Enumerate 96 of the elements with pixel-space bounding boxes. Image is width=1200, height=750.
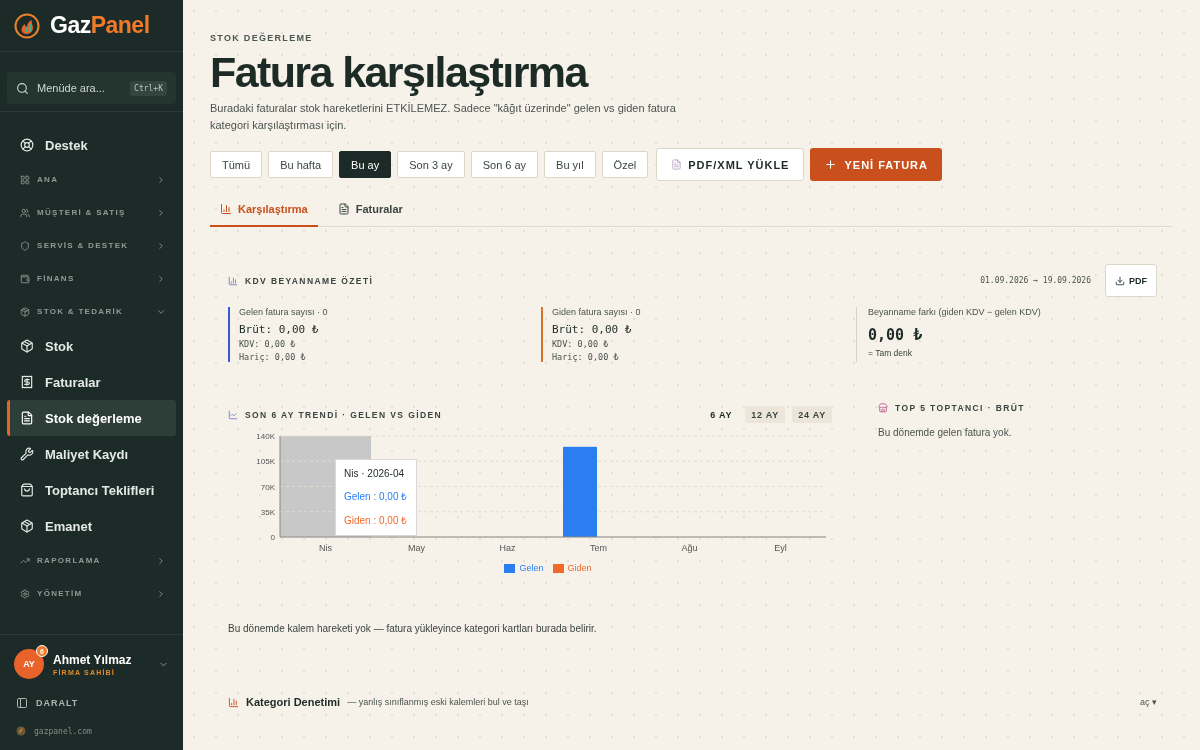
chevron-icon: [156, 207, 166, 218]
period-button[interactable]: Bu ay: [339, 151, 392, 179]
lifebuoy-icon: [20, 138, 34, 152]
document-icon: [337, 203, 350, 216]
section-subtitle: — yanlış sınıflanmış eski kalemleri bul ve taşı: [347, 697, 529, 708]
net-amount: Hariç: 0,00 ₺: [552, 352, 620, 363]
brand-name: GazPanel: [50, 12, 150, 39]
legend-swatch: [552, 563, 564, 573]
sidebar-item[interactable]: Destek: [7, 127, 176, 163]
net-amount: Hariç: 0,00 ₺: [239, 352, 307, 363]
upload-button[interactable]: PDF/XML YÜKLE: [656, 148, 805, 182]
sidebar-section[interactable]: YÖNETİM: [7, 577, 176, 610]
x-tick-label: Nis: [319, 543, 332, 554]
section-title: KDV BEYANNAME ÖZETİ: [245, 275, 374, 286]
section-title: SON 6 AY TRENDİ · GELEN VS GİDEN: [245, 409, 443, 420]
sidebar-item[interactable]: Faturalar: [7, 364, 176, 400]
legend-swatch: [504, 563, 516, 573]
date-range: 01.09.2026 → 19.09.2026: [980, 276, 1091, 286]
page-title: Fatura karşılaştırma: [210, 49, 589, 97]
y-tick-label: 0: [270, 533, 275, 543]
period-button[interactable]: Tümü: [210, 151, 263, 179]
period-button[interactable]: Son 3 ay: [397, 151, 465, 179]
range-button[interactable]: 6 AY: [704, 406, 739, 424]
page-eyebrow: STOK DEĞERLEME: [210, 33, 314, 43]
sidebar-toggle-icon: [16, 697, 28, 709]
sidebar-item[interactable]: Stok değerleme: [7, 400, 176, 436]
tab[interactable]: Faturalar: [327, 203, 413, 228]
search-icon: [16, 81, 29, 95]
pdf-button[interactable]: PDF: [1105, 264, 1157, 298]
store-icon: [878, 403, 888, 414]
gross-amount: Brüt: 0,00 ₺: [239, 323, 320, 337]
x-tick-label: Haz: [499, 543, 516, 554]
range-button[interactable]: 12 AY: [745, 406, 786, 424]
sidebar-section[interactable]: STOK & TEDARİK: [7, 295, 176, 328]
difference-label: Beyanname farkı (giden KDV − gelen KDV): [868, 307, 1042, 318]
document-icon: [671, 159, 683, 171]
y-tick-label: 35K: [260, 508, 275, 518]
sidebar-section[interactable]: RAPORLAMA: [7, 544, 176, 577]
section-title: TOP 5 TOPTANCI · BRÜT: [895, 403, 1025, 414]
period-button[interactable]: Son 6 ay: [470, 151, 539, 179]
empty-message: Bu dönemde gelen fatura yok.: [878, 427, 1013, 439]
empty-message: Bu dönemde kalem hareketi yok — fatura yükleyince kategori kartları burada belirir.: [228, 623, 598, 635]
menu-search-field[interactable]: Menüde ara...: [35, 81, 125, 95]
bar-chart-icon: [220, 203, 232, 216]
sidebar-section[interactable]: SERVİS & DESTEK: [7, 229, 176, 262]
vat-amount: KDV: 0,00 ₺: [552, 339, 610, 350]
range-button[interactable]: 24 AY: [792, 406, 832, 424]
x-tick-label: Eyl: [774, 543, 787, 554]
period-button[interactable]: Bu hafta: [268, 151, 334, 179]
sidebar-item[interactable]: Maliyet Kaydı: [7, 436, 176, 472]
sidebar-section[interactable]: FİNANS: [7, 262, 176, 295]
x-tick-label: Ağu: [681, 543, 698, 554]
line-chart-icon: [228, 409, 238, 420]
legend-label: Giden: [567, 563, 592, 574]
legend-label: Gelen: [519, 563, 544, 574]
sidebar-section[interactable]: MÜŞTERİ & SATIŞ: [7, 196, 176, 229]
site-link[interactable]: gazpanel.com: [34, 726, 92, 736]
tooltip-title: Nis · 2026-04: [344, 468, 406, 480]
difference-value: 0,00 ₺: [868, 326, 924, 345]
chevron-icon: [156, 240, 166, 251]
page-description: Buradaki faturalar stok hareketlerini ETKİLEMEZ. Sadece "kâğıt üzerinde" gelen vs giden fatura kategori karşılaştırması için.: [210, 101, 677, 134]
y-tick-label: 70K: [260, 482, 275, 492]
shortcut-hint: Ctrl+K: [130, 80, 167, 96]
invoice-count: Giden fatura sayısı · 0: [552, 307, 641, 318]
collapse-button[interactable]: DARALT: [0, 697, 183, 709]
chevron-icon: [156, 273, 166, 284]
tooltip-value: Giden : 0,00 ₺: [344, 514, 408, 528]
chevron-icon: [156, 588, 166, 599]
difference-note: = Tam denk: [868, 348, 914, 359]
y-tick-label: 105K: [256, 457, 275, 467]
sidebar-section[interactable]: ANA: [7, 163, 176, 196]
chevron-icon: [156, 174, 166, 185]
tooltip-value: Gelen : 0,00 ₺: [344, 490, 408, 504]
chart-icon: [228, 275, 238, 286]
sidebar-item[interactable]: Toptancı Teklifleri: [7, 472, 176, 508]
y-tick-label: 140K: [256, 432, 275, 442]
x-tick-label: Tem: [590, 543, 607, 554]
invoice-count: Gelen fatura sayısı · 0: [239, 307, 328, 318]
sidebar-item[interactable]: Stok: [7, 328, 176, 364]
chart-icon: [228, 696, 239, 708]
tab[interactable]: Karşılaştırma: [210, 203, 318, 228]
download-icon: [1115, 275, 1125, 286]
vat-amount: KDV: 0,00 ₺: [239, 339, 297, 350]
period-button[interactable]: Özel: [601, 151, 649, 179]
expand-toggle[interactable]: aç ▾: [1140, 697, 1157, 708]
new-invoice-button[interactable]: YENİ FATURA: [810, 148, 942, 182]
plus-icon: [824, 158, 838, 172]
logo-icon: [14, 12, 40, 39]
gross-amount: Brüt: 0,00 ₺: [552, 323, 633, 337]
x-tick-label: May: [408, 543, 425, 554]
chevron-icon: [156, 555, 166, 566]
sidebar-item[interactable]: Emanet: [7, 508, 176, 544]
logo-icon: [16, 726, 26, 736]
user-name: Ahmet Yılmaz: [53, 652, 132, 667]
period-button[interactable]: Bu yıl: [544, 151, 596, 179]
section-title: Kategori Denetimi: [246, 696, 341, 709]
